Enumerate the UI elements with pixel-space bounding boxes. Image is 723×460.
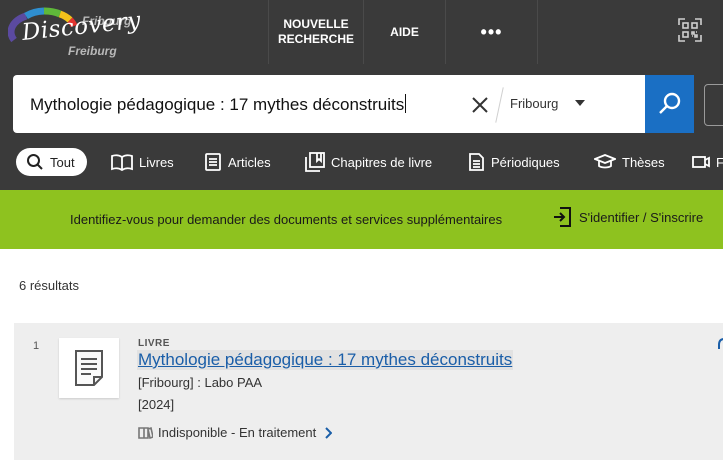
signin-label: S'identifier / S'inscrire [579, 209, 704, 225]
tab-all-label: Tout [50, 154, 75, 170]
text-caret [405, 94, 407, 113]
book-chapter-icon [305, 152, 325, 172]
result-number: 1 [33, 340, 40, 352]
result-type: LIVRE [138, 338, 170, 349]
tab-book-chapters-label: Chapitres de livre [331, 154, 433, 170]
banner-message: Identifiez-vous pour demander des docume… [70, 212, 503, 227]
result-publisher: [Fribourg] : Labo PAA [138, 375, 263, 390]
nav-new-search-label: NOUVELLE RECHERCHE [277, 17, 354, 46]
nav-help-label: AIDE [390, 24, 419, 39]
tab-book-chapters[interactable]: Chapitres de livre [305, 148, 432, 176]
tab-periodicals-label: Périodiques [491, 154, 560, 170]
result-availability-label: Indisponible - En traitement [158, 425, 317, 440]
tab-books[interactable]: Livres [111, 148, 174, 176]
book-icon [111, 154, 133, 171]
action-icon[interactable] [717, 337, 723, 351]
results-count: 6 résultats [19, 278, 79, 293]
search-icon [658, 92, 680, 114]
advanced-search-button[interactable] [704, 84, 723, 126]
nav-new-search[interactable]: NOUVELLE RECHERCHE [268, 0, 364, 64]
top-bar: Fribourg Discovery Freiburg NOUVELLE REC… [0, 0, 723, 64]
tab-more[interactable]: F [692, 148, 723, 176]
tab-theses-label: Thèses [622, 154, 665, 170]
scope-select[interactable]: Fribourg [510, 96, 558, 111]
tab-articles[interactable]: Articles [204, 148, 271, 176]
close-icon[interactable] [469, 94, 491, 116]
film-icon [692, 156, 710, 168]
tab-all[interactable]: Tout [16, 148, 87, 176]
logo-bottom-text: Freiburg [68, 44, 117, 58]
result-item[interactable]: 1 LIVRE Mythologie pédagogique : 17 myth… [14, 323, 723, 460]
tab-books-label: Livres [139, 154, 174, 170]
search-query-wrap: Mythologie pédagogique : 17 mythes décon… [30, 94, 407, 115]
article-icon [205, 153, 221, 171]
search-icon [27, 154, 43, 170]
signin-link[interactable]: S'identifier / S'inscrire [553, 207, 703, 227]
sign-in-icon [554, 207, 571, 227]
signin-banner: Identifiez-vous pour demander des docume… [0, 190, 723, 249]
graduation-cap-icon [594, 154, 616, 169]
qr-code-icon[interactable] [678, 18, 702, 42]
result-year: [2024] [138, 397, 175, 412]
chevron-down-icon[interactable] [575, 100, 585, 106]
search-button[interactable] [645, 75, 694, 133]
result-thumbnail[interactable] [59, 338, 119, 398]
chevron-right-icon[interactable] [324, 426, 333, 439]
ellipsis-icon[interactable]: ••• [446, 0, 538, 64]
divider [495, 87, 504, 123]
book-availability-icon [138, 426, 153, 439]
tab-theses[interactable]: Thèses [594, 148, 665, 176]
search-query: Mythologie pédagogique : 17 mythes décon… [30, 95, 405, 114]
resource-type-tabs: Tout Livres Articles Chapitres de livre … [0, 148, 723, 178]
result-title-link[interactable]: Mythologie pédagogique : 17 mythes décon… [137, 350, 514, 370]
search-band: Mythologie pédagogique : 17 mythes décon… [0, 64, 723, 190]
tab-more-label: F [716, 154, 723, 170]
document-icon [75, 350, 103, 386]
periodical-icon [469, 153, 484, 171]
tab-articles-label: Articles [228, 154, 271, 170]
nav-help[interactable]: AIDE [364, 0, 446, 64]
tab-periodicals[interactable]: Périodiques [467, 148, 560, 176]
search-input[interactable]: Mythologie pédagogique : 17 mythes décon… [13, 75, 645, 133]
result-availability[interactable]: Indisponible - En traitement [138, 425, 337, 440]
fribourg-discovery-logo[interactable]: Fribourg Discovery Freiburg [8, 4, 142, 60]
